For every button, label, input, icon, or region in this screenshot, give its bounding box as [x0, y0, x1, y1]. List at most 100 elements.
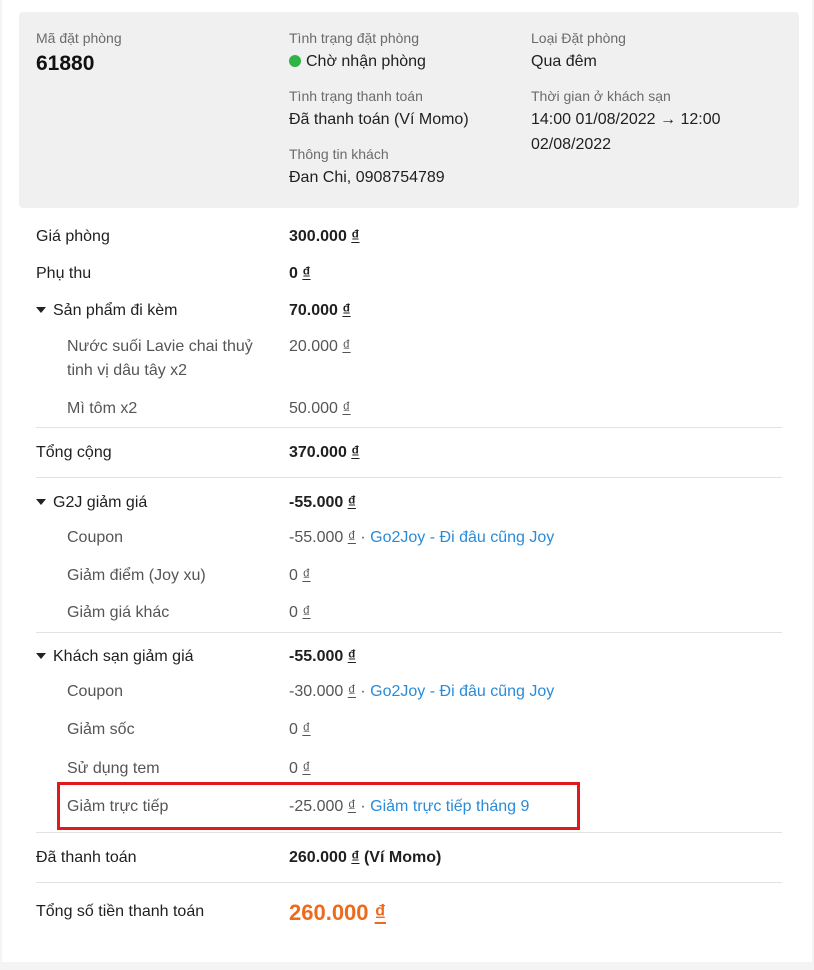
paid-method: (Ví Momo)	[363, 849, 442, 866]
stay-time-line1: 14:00 01/08/2022 → 12:00	[531, 111, 721, 128]
currency-symbol: ₫	[302, 721, 311, 738]
surcharge-amount: 0	[289, 265, 298, 282]
product-item-value: 50.000 ₫	[289, 400, 351, 418]
guest-info-label: Thông tin khách	[289, 146, 389, 162]
currency-symbol: ₫	[347, 683, 356, 700]
total-amount: 370.000	[289, 444, 347, 461]
shock-discount-amount: 0	[289, 721, 298, 738]
currency-symbol: ₫	[302, 567, 311, 584]
shock-discount-value: 0 ₫	[289, 721, 311, 739]
grand-total-value: 260.000 ₫	[289, 900, 386, 926]
stay-time-line2: 02/08/2022	[531, 136, 612, 153]
highlight-box	[57, 782, 580, 830]
hotel-discount-label: Khách sạn giảm giá	[53, 648, 194, 665]
booking-detail-card: Mã đặt phòng 61880 Tình trạng đặt phòng …	[2, 0, 812, 962]
hotel-discount-toggle[interactable]: Khách sạn giảm giá	[36, 648, 194, 666]
grand-total-amount: 260.000	[289, 900, 369, 925]
currency-symbol: ₫	[302, 604, 311, 621]
product-item-amount: 20.000	[289, 338, 338, 355]
g2j-discount-amount: -55.000	[289, 494, 344, 511]
product-item-value: 20.000 ₫	[289, 338, 351, 356]
caret-down-icon	[36, 307, 46, 313]
hotel-discount-value: -55.000 ₫	[289, 648, 356, 666]
status-dot-icon	[289, 55, 301, 67]
divider	[36, 632, 782, 633]
currency-symbol: ₫	[342, 400, 351, 417]
divider	[36, 882, 782, 883]
g2j-discount-toggle[interactable]: G2J giảm giá	[36, 494, 147, 512]
room-price-value: 300.000 ₫	[289, 228, 360, 246]
stay-time-label: Thời gian ở khách sạn	[531, 88, 671, 104]
hotel-coupon-link[interactable]: Go2Joy - Đi đâu cũng Joy	[370, 683, 554, 700]
total-value: 370.000 ₫	[289, 444, 360, 462]
g2j-coupon-amount: -55.000	[289, 529, 344, 546]
g2j-coupon-value: -55.000 ₫ · Go2Joy - Đi đâu cũng Joy	[289, 529, 554, 547]
product-item-label: Mì tôm x2	[67, 400, 138, 417]
products-label: Sản phẩm đi kèm	[53, 302, 178, 319]
booking-type: Qua đêm	[531, 53, 597, 70]
paid-value: 260.000 ₫ (Ví Momo)	[289, 849, 441, 867]
g2j-points-label: Giảm điểm (Joy xu)	[67, 567, 206, 584]
caret-down-icon	[36, 499, 46, 505]
booking-type-label: Loại Đặt phòng	[531, 30, 626, 46]
booking-status-label: Tình trạng đặt phòng	[289, 30, 419, 46]
hotel-discount-amount: -55.000	[289, 648, 344, 665]
separator-dot: ·	[355, 529, 371, 546]
stamp-usage-value: 0 ₫	[289, 760, 311, 778]
products-toggle[interactable]: Sản phẩm đi kèm	[36, 302, 178, 320]
paid-amount: 260.000	[289, 849, 347, 866]
product-item-amount: 50.000	[289, 400, 338, 417]
g2j-discount-label: G2J giảm giá	[53, 494, 148, 511]
currency-symbol: ₫	[342, 302, 351, 319]
g2j-other-amount: 0	[289, 604, 298, 621]
payment-status-label: Tình trạng thanh toán	[289, 88, 423, 104]
currency-symbol: ₫	[342, 338, 351, 355]
g2j-other-label: Giảm giá khác	[67, 604, 170, 621]
product-item-label: Nước suối Lavie chai thuỷ tinh vị dâu tâ…	[67, 335, 253, 383]
currency-symbol: ₫	[347, 494, 356, 511]
currency-symbol: ₫	[351, 228, 360, 245]
stamp-usage-amount: 0	[289, 760, 298, 777]
booking-status: Chờ nhận phòng	[289, 53, 426, 71]
g2j-coupon-link[interactable]: Go2Joy - Đi đâu cũng Joy	[370, 529, 554, 546]
product-item-label-line1: Nước suối Lavie chai thuỷ	[67, 338, 253, 355]
room-price-label: Giá phòng	[36, 228, 110, 245]
g2j-discount-value: -55.000 ₫	[289, 494, 356, 512]
divider	[36, 477, 782, 478]
currency-symbol: ₫	[351, 444, 360, 461]
currency-symbol: ₫	[347, 529, 356, 546]
hotel-coupon-amount: -30.000	[289, 683, 344, 700]
currency-symbol: ₫	[347, 648, 356, 665]
paid-label: Đã thanh toán	[36, 849, 137, 866]
shock-discount-label: Giảm sốc	[67, 721, 135, 738]
booking-summary-panel: Mã đặt phòng 61880 Tình trạng đặt phòng …	[19, 12, 799, 208]
payment-status: Đã thanh toán (Ví Momo)	[289, 111, 469, 128]
products-value: 70.000 ₫	[289, 302, 351, 320]
g2j-coupon-label: Coupon	[67, 529, 124, 546]
stamp-usage-label: Sử dụng tem	[67, 760, 160, 777]
g2j-points-amount: 0	[289, 567, 298, 584]
surcharge-value: 0 ₫	[289, 265, 311, 283]
currency-symbol: ₫	[302, 760, 311, 777]
currency-symbol: ₫	[302, 265, 311, 282]
surcharge-label: Phụ thu	[36, 265, 92, 282]
product-item-label-line2: tinh vị dâu tây x2	[67, 362, 188, 379]
hotel-coupon-label: Coupon	[67, 683, 124, 700]
currency-symbol: ₫	[374, 900, 386, 925]
divider	[36, 427, 782, 428]
total-label: Tổng cộng	[36, 444, 112, 461]
grand-total-label: Tổng số tiền thanh toán	[36, 903, 205, 920]
currency-symbol: ₫	[351, 849, 360, 866]
room-price-amount: 300.000	[289, 228, 347, 245]
caret-down-icon	[36, 653, 46, 659]
g2j-points-value: 0 ₫	[289, 567, 311, 585]
g2j-other-value: 0 ₫	[289, 604, 311, 622]
separator-dot: ·	[355, 683, 371, 700]
divider	[36, 832, 782, 833]
products-amount: 70.000	[289, 302, 338, 319]
booking-code-label: Mã đặt phòng	[36, 30, 122, 46]
booking-status-text: Chờ nhận phòng	[306, 53, 426, 70]
booking-code: 61880	[36, 52, 95, 75]
hotel-coupon-value: -30.000 ₫ · Go2Joy - Đi đâu cũng Joy	[289, 683, 554, 701]
guest-info: Đan Chi, 0908754789	[289, 169, 445, 186]
